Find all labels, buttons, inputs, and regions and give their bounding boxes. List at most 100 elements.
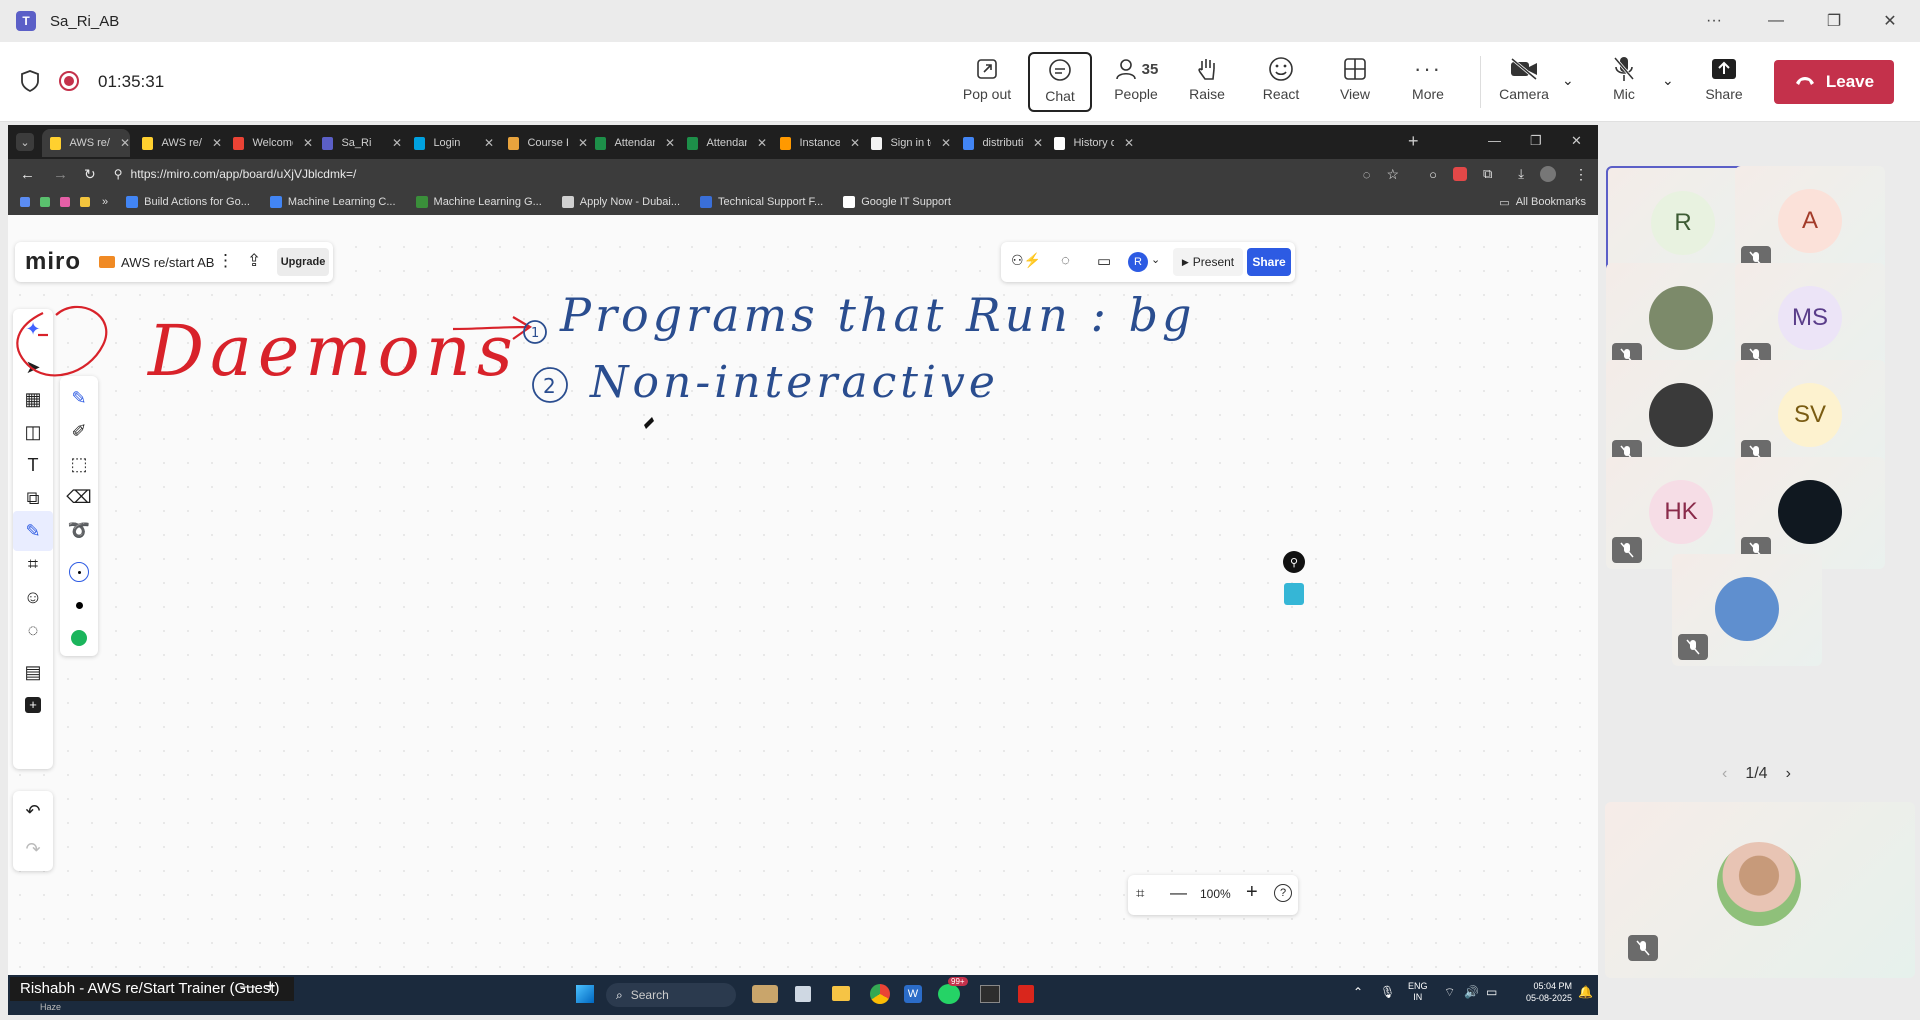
browser-tab[interactable]: distributi ✕ xyxy=(955,129,1043,157)
presenter-expand-icon[interactable]: + xyxy=(265,976,276,997)
location-pin-icon[interactable]: ⚲ xyxy=(1283,551,1305,573)
more-bookmarks-chevron-icon[interactable]: » xyxy=(102,196,108,208)
browser-tab[interactable]: AWS re/s ✕ xyxy=(42,129,130,157)
tab-search-chevron-icon[interactable]: ⌄ xyxy=(16,133,34,151)
tab-close-icon[interactable]: ✕ xyxy=(120,136,130,150)
tab-close-icon[interactable]: ✕ xyxy=(941,136,951,150)
help-icon[interactable]: ? xyxy=(1274,884,1292,902)
zoom-in-button[interactable]: + xyxy=(1246,881,1258,904)
leave-button[interactable]: Leave xyxy=(1774,60,1894,104)
eye-off-icon[interactable]: ◌ xyxy=(1363,167,1371,182)
undo-icon[interactable]: ↶ xyxy=(13,791,53,831)
color-green-option[interactable] xyxy=(59,618,99,658)
new-tab-button[interactable]: + xyxy=(1408,131,1419,152)
participant-tile[interactable] xyxy=(1672,554,1822,666)
battery-icon[interactable]: ▭ xyxy=(1486,985,1497,999)
browser-menu-icon[interactable]: ⋮ xyxy=(1574,166,1588,183)
bookmark-app-icon[interactable] xyxy=(60,197,70,207)
tab-close-icon[interactable]: ✕ xyxy=(303,136,313,150)
bookmark-item[interactable]: Machine Learning G... xyxy=(415,196,542,208)
view-button[interactable]: View xyxy=(1321,52,1389,112)
windows-start-icon[interactable] xyxy=(576,985,594,1003)
bookmark-item[interactable]: Apply Now - Dubai... xyxy=(561,196,680,208)
browser-tab[interactable]: Course R✕ xyxy=(500,129,588,157)
browser-tab[interactable]: Attendan ✕ xyxy=(679,129,767,157)
bookmark-item[interactable]: Build Actions for Go... xyxy=(126,196,250,208)
tab-close-icon[interactable]: ✕ xyxy=(392,136,402,150)
tab-close-icon[interactable]: ✕ xyxy=(665,136,675,150)
react-button[interactable]: React xyxy=(1247,52,1315,112)
tray-chevron-icon[interactable]: ⌃ xyxy=(1353,985,1363,999)
browser-tab[interactable]: History o ✕ xyxy=(1046,129,1134,157)
terminal-icon[interactable] xyxy=(980,985,1000,1003)
popout-button[interactable]: Pop out xyxy=(953,52,1021,112)
zoom-level[interactable]: 100% xyxy=(1200,887,1231,901)
tab-close-icon[interactable]: ✕ xyxy=(850,136,860,150)
redo-icon[interactable]: ↷ xyxy=(13,829,53,869)
more-options-icon[interactable]: ··· xyxy=(1694,8,1734,34)
task-view-icon[interactable] xyxy=(795,986,811,1002)
tab-close-icon[interactable]: ✕ xyxy=(757,136,767,150)
add-more-icon[interactable]: + xyxy=(13,685,53,725)
extension-circle-icon[interactable]: ○ xyxy=(1429,167,1437,182)
bookmark-item[interactable]: Technical Support F... xyxy=(700,196,823,208)
raise-hand-button[interactable]: Raise xyxy=(1173,52,1241,112)
comment-tool-icon[interactable]: ◌ xyxy=(13,610,53,650)
tab-close-icon[interactable]: ✕ xyxy=(212,136,222,150)
url-field[interactable]: https://miro.com/app/board/uXjVJblcdmk=/ xyxy=(131,167,357,181)
browser-restore-button[interactable]: ❐ xyxy=(1530,133,1542,149)
reload-icon[interactable]: ↻ xyxy=(84,166,96,183)
close-window-button[interactable]: ✕ xyxy=(1870,8,1910,34)
more-button[interactable]: ··· More xyxy=(1394,52,1462,112)
file-explorer-icon[interactable] xyxy=(832,986,850,1001)
participant-tile[interactable]: A xyxy=(1735,166,1885,278)
side-widget-icon[interactable] xyxy=(1284,583,1304,605)
taskbar-widget-icon[interactable] xyxy=(752,985,778,1003)
whatsapp-icon[interactable] xyxy=(938,984,960,1004)
bookmark-item[interactable]: Machine Learning C... xyxy=(269,196,396,208)
notifications-bell-icon[interactable]: 🔔 xyxy=(1578,985,1593,999)
volume-icon[interactable]: 🔊 xyxy=(1464,985,1479,999)
bookmark-app-icon[interactable] xyxy=(20,197,30,207)
presenter-minimize-icon[interactable]: — xyxy=(240,978,255,995)
participant-tile[interactable] xyxy=(1606,263,1756,375)
tab-close-icon[interactable]: ✕ xyxy=(484,136,494,150)
prev-page-icon[interactable]: ‹ xyxy=(1722,765,1727,783)
participant-tile[interactable] xyxy=(1606,360,1756,472)
wifi-icon[interactable]: ⌔ xyxy=(1444,985,1455,1000)
camera-options-chevron-icon[interactable]: ⌄ xyxy=(1562,72,1574,89)
bookmark-star-icon[interactable]: ☆ xyxy=(1387,166,1400,183)
browser-tab[interactable]: Welcome ✕ xyxy=(225,129,313,157)
participant-tile[interactable]: MS xyxy=(1735,263,1885,375)
miro-board-canvas[interactable]: miro AWS re/start AB ⋮ ⇪ Upgrade ⚇⚡ ◌ ▭ … xyxy=(8,235,1598,975)
all-bookmarks-button[interactable]: ▭ All Bookmarks xyxy=(1499,196,1586,209)
chrome-icon[interactable] xyxy=(870,984,890,1004)
browser-tab[interactable]: Instances ✕ xyxy=(772,129,860,157)
word-icon[interactable]: W xyxy=(904,985,922,1003)
browser-tab[interactable]: Attendan ✕ xyxy=(587,129,675,157)
participant-tile[interactable]: R xyxy=(1606,166,1756,278)
browser-minimize-button[interactable]: — xyxy=(1488,133,1501,148)
profile-avatar[interactable] xyxy=(1540,166,1556,182)
participant-tile[interactable]: SV xyxy=(1735,360,1885,472)
zoom-out-button[interactable]: — xyxy=(1170,883,1187,903)
browser-close-button[interactable]: ✕ xyxy=(1571,133,1582,149)
next-page-icon[interactable]: › xyxy=(1786,765,1791,783)
tab-close-icon[interactable]: ✕ xyxy=(1033,136,1043,150)
extensions-puzzle-icon[interactable]: ⧉ xyxy=(1483,166,1492,182)
browser-tab[interactable]: AWS re/s ✕ xyxy=(134,129,222,157)
bookmark-app-icon[interactable] xyxy=(80,197,90,207)
download-icon[interactable]: ⤓ xyxy=(1518,166,1524,182)
language-indicator[interactable]: ENG IN xyxy=(1408,981,1428,1003)
people-button[interactable]: 35 People xyxy=(1100,52,1172,112)
tray-mic-icon[interactable]: 🎙 xyxy=(1380,985,1395,999)
chat-button[interactable]: Chat xyxy=(1028,52,1092,112)
self-view-tile[interactable] xyxy=(1605,802,1915,978)
fit-frame-icon[interactable]: ⌗ xyxy=(1136,885,1144,902)
browser-tab[interactable]: Sign in to ✕ xyxy=(863,129,951,157)
clock[interactable]: 05:04 PM 05-08-2025 xyxy=(1516,980,1572,1004)
mic-options-chevron-icon[interactable]: ⌄ xyxy=(1662,72,1674,89)
minimize-button[interactable]: — xyxy=(1756,8,1796,34)
restore-button[interactable]: ❐ xyxy=(1814,8,1854,34)
bookmark-app-icon[interactable] xyxy=(40,197,50,207)
